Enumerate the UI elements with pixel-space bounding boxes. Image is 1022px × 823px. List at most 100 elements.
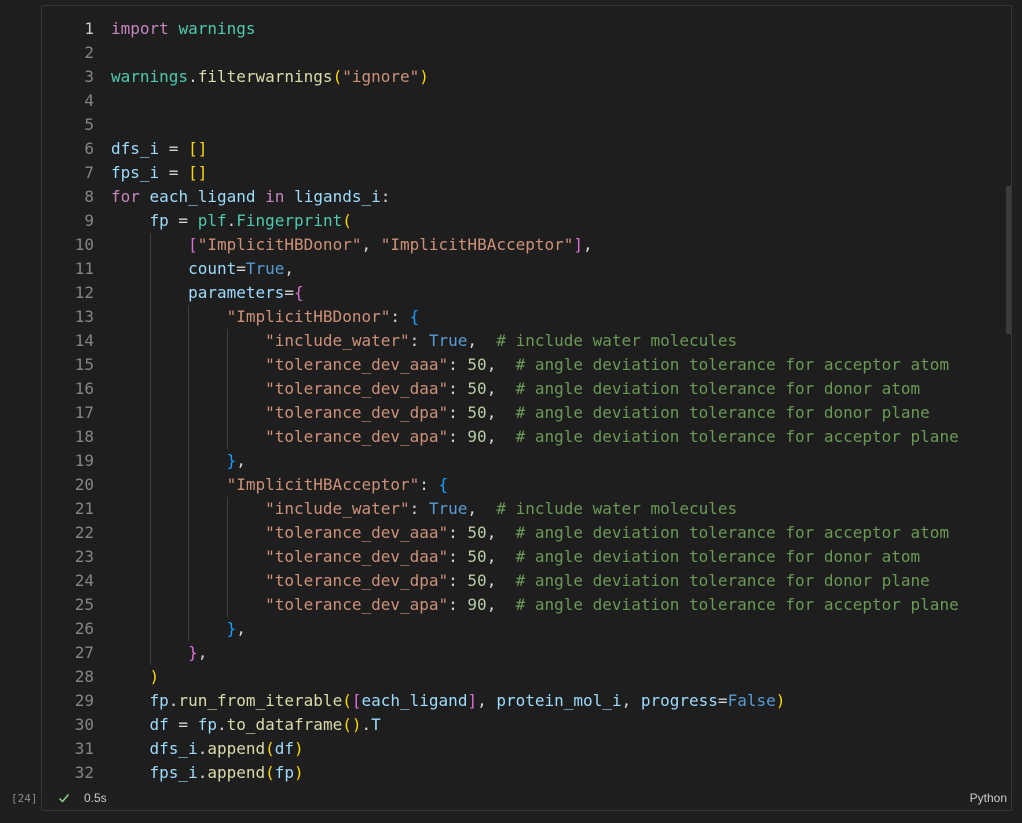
code-line[interactable]: 21 "include_water": True, # include wate…: [42, 497, 1011, 521]
code-text[interactable]: "tolerance_dev_daa": 50, # angle deviati…: [111, 545, 920, 569]
line-number: 11: [74, 259, 94, 278]
vertical-scrollbar[interactable]: [1006, 186, 1011, 334]
code-line[interactable]: 12 parameters={: [42, 281, 1011, 305]
code-line[interactable]: 29 fp.run_from_iterable([each_ligand], p…: [42, 689, 1011, 713]
code-text[interactable]: "tolerance_dev_aaa": 50, # angle deviati…: [111, 353, 949, 377]
code-line[interactable]: 11 count=True,: [42, 257, 1011, 281]
code-line[interactable]: 30 df = fp.to_dataframe().T: [42, 713, 1011, 737]
code-text[interactable]: import warnings: [111, 17, 256, 41]
code-text[interactable]: "ImplicitHBAcceptor": {: [111, 473, 449, 497]
code-text[interactable]: "ImplicitHBDonor": {: [111, 305, 420, 329]
code-line[interactable]: 25 "tolerance_dev_apa": 90, # angle devi…: [42, 593, 1011, 617]
code-line[interactable]: 19 },: [42, 449, 1011, 473]
code-line[interactable]: 22 "tolerance_dev_aaa": 50, # angle devi…: [42, 521, 1011, 545]
code-text[interactable]: warnings.filterwarnings("ignore"): [111, 65, 429, 89]
cell-status-bar: 0.5s Python: [42, 786, 1011, 810]
code-text[interactable]: fp = plf.Fingerprint(: [111, 209, 352, 233]
code-line[interactable]: 16 "tolerance_dev_daa": 50, # angle devi…: [42, 377, 1011, 401]
line-number: 17: [74, 403, 94, 422]
line-number: 19: [74, 451, 94, 470]
line-number: 26: [74, 619, 94, 638]
line-number: 27: [74, 643, 94, 662]
code-text[interactable]: fps_i = []: [111, 161, 207, 185]
line-number: 9: [84, 211, 94, 230]
line-number: 22: [74, 523, 94, 542]
line-number: 10: [74, 235, 94, 254]
code-text[interactable]: dfs_i.append(df): [111, 737, 304, 761]
code-line[interactable]: 10 ["ImplicitHBDonor", "ImplicitHBAccept…: [42, 233, 1011, 257]
line-number: 23: [74, 547, 94, 566]
code-line[interactable]: 15 "tolerance_dev_aaa": 50, # angle devi…: [42, 353, 1011, 377]
code-line[interactable]: 4: [42, 89, 1011, 113]
line-number: 7: [84, 163, 94, 182]
code-text[interactable]: },: [111, 617, 246, 641]
code-line[interactable]: 3 warnings.filterwarnings("ignore"): [42, 65, 1011, 89]
language-indicator[interactable]: Python: [970, 791, 1007, 805]
code-editor[interactable]: 1 import warnings 2 3 warnings.filterwarning…: [42, 6, 1011, 788]
code-line[interactable]: 5: [42, 113, 1011, 137]
code-text[interactable]: "include_water": True, # include water m…: [111, 497, 737, 521]
line-number: 16: [74, 379, 94, 398]
code-text[interactable]: dfs_i = []: [111, 137, 207, 161]
code-line[interactable]: 2: [42, 41, 1011, 65]
code-line[interactable]: 32 fps_i.append(fp): [42, 761, 1011, 785]
line-number: 12: [74, 283, 94, 302]
code-line[interactable]: 26 },: [42, 617, 1011, 641]
code-line[interactable]: 8 for each_ligand in ligands_i:: [42, 185, 1011, 209]
notebook-code-cell[interactable]: 1 import warnings 2 3 warnings.filterwarning…: [41, 5, 1012, 811]
code-line[interactable]: 7 fps_i = []: [42, 161, 1011, 185]
line-number: 5: [84, 115, 94, 134]
line-number: 18: [74, 427, 94, 446]
code-text[interactable]: "tolerance_dev_apa": 90, # angle deviati…: [111, 425, 959, 449]
code-line[interactable]: 18 "tolerance_dev_apa": 90, # angle devi…: [42, 425, 1011, 449]
execution-time: 0.5s: [84, 791, 107, 805]
line-number: 29: [74, 691, 94, 710]
code-text[interactable]: ["ImplicitHBDonor", "ImplicitHBAcceptor"…: [111, 233, 593, 257]
line-number: 30: [74, 715, 94, 734]
code-line[interactable]: 20 "ImplicitHBAcceptor": {: [42, 473, 1011, 497]
execution-count: [24]: [11, 792, 38, 805]
code-line[interactable]: 13 "ImplicitHBDonor": {: [42, 305, 1011, 329]
code-text[interactable]: fp.run_from_iterable([each_ligand], prot…: [111, 689, 786, 713]
line-number: 14: [74, 331, 94, 350]
line-number: 8: [84, 187, 94, 206]
code-text[interactable]: for each_ligand in ligands_i:: [111, 185, 390, 209]
code-line[interactable]: 1 import warnings: [42, 17, 1011, 41]
line-number: 21: [74, 499, 94, 518]
code-line[interactable]: 27 },: [42, 641, 1011, 665]
line-number: 24: [74, 571, 94, 590]
code-line[interactable]: 31 dfs_i.append(df): [42, 737, 1011, 761]
code-line[interactable]: 17 "tolerance_dev_dpa": 50, # angle devi…: [42, 401, 1011, 425]
code-text[interactable]: "tolerance_dev_apa": 90, # angle deviati…: [111, 593, 959, 617]
code-text[interactable]: count=True,: [111, 257, 294, 281]
code-text[interactable]: "tolerance_dev_aaa": 50, # angle deviati…: [111, 521, 949, 545]
code-text[interactable]: "tolerance_dev_daa": 50, # angle deviati…: [111, 377, 920, 401]
line-number: 28: [74, 667, 94, 686]
line-number: 4: [84, 91, 94, 110]
code-line[interactable]: 23 "tolerance_dev_daa": 50, # angle devi…: [42, 545, 1011, 569]
code-line[interactable]: 14 "include_water": True, # include wate…: [42, 329, 1011, 353]
line-number: 25: [74, 595, 94, 614]
line-number: 32: [74, 763, 94, 782]
code-text[interactable]: fps_i.append(fp): [111, 761, 304, 785]
code-lines[interactable]: 1 import warnings 2 3 warnings.filterwarning…: [42, 17, 1011, 785]
line-number: 1: [84, 19, 94, 38]
code-text[interactable]: "tolerance_dev_dpa": 50, # angle deviati…: [111, 401, 930, 425]
code-line[interactable]: 28 ): [42, 665, 1011, 689]
code-text[interactable]: parameters={: [111, 281, 304, 305]
code-text[interactable]: },: [111, 449, 246, 473]
line-number: 13: [74, 307, 94, 326]
line-number: 31: [74, 739, 94, 758]
code-text[interactable]: ): [111, 665, 160, 689]
code-text[interactable]: },: [111, 641, 207, 665]
code-line[interactable]: 9 fp = plf.Fingerprint(: [42, 209, 1011, 233]
line-number: 20: [74, 475, 94, 494]
code-text[interactable]: "tolerance_dev_dpa": 50, # angle deviati…: [111, 569, 930, 593]
code-text[interactable]: "include_water": True, # include water m…: [111, 329, 737, 353]
code-line[interactable]: 6 dfs_i = []: [42, 137, 1011, 161]
line-number: 6: [84, 139, 94, 158]
line-number: 3: [84, 67, 94, 86]
line-number: 15: [74, 355, 94, 374]
code-line[interactable]: 24 "tolerance_dev_dpa": 50, # angle devi…: [42, 569, 1011, 593]
code-text[interactable]: df = fp.to_dataframe().T: [111, 713, 381, 737]
